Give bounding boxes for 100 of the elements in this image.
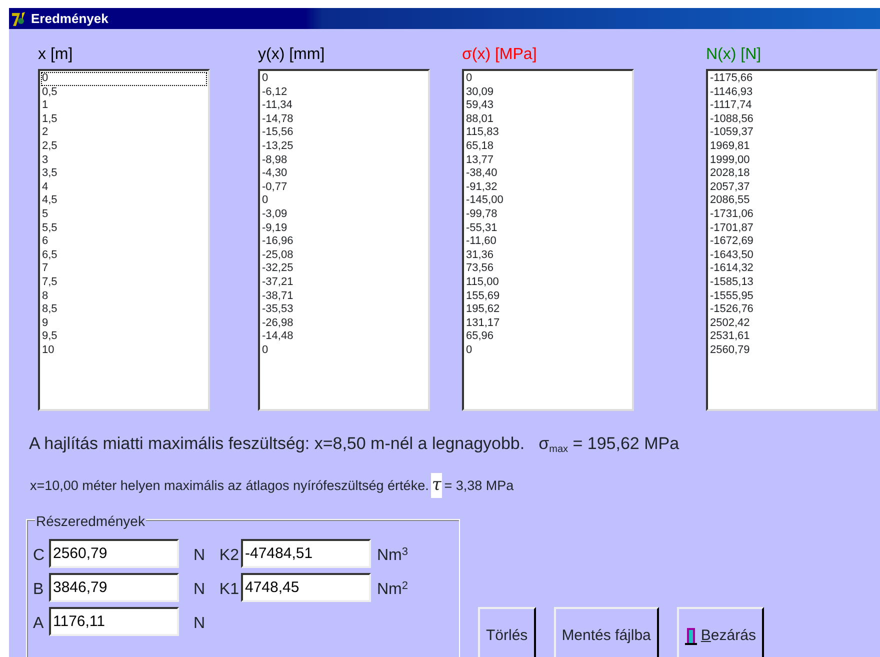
list-item[interactable]: -14,78	[261, 112, 427, 126]
action-button[interactable]: Törlés	[478, 607, 536, 657]
list-item[interactable]: -3,09	[261, 208, 427, 222]
list-item[interactable]: -25,08	[261, 248, 427, 262]
list-box[interactable]: 0 30,09 59,43 88,01 115,83 65,18 13,77 -38,40 -91,32 -145,00 -99,78 -55,31 -11,60 31,36 73,56 115,00 155,69 195,62 131,17 65,96 0	[462, 69, 634, 411]
input-field[interactable]: 2560,79	[49, 539, 179, 568]
list-item[interactable]: 7	[41, 262, 207, 276]
list-item[interactable]: -1555,95	[709, 290, 875, 304]
list-item[interactable]: 115,00	[465, 276, 631, 290]
list-item[interactable]: 2,5	[41, 140, 207, 154]
window-title: Eredmények	[31, 10, 108, 28]
list-box[interactable]: 0 -6,12 -11,34 -14,78 -15,56 -13,25 -8,98 -4,30 -0,77 0 -3,09 -9,19 -16,96 -25,08 -32,25 -37,21 -38,71 -35,53 -26,98 -14,48 0	[258, 69, 430, 411]
list-item[interactable]: 2057,37	[709, 180, 875, 194]
list-item[interactable]: 0	[261, 194, 427, 208]
list-item[interactable]: -1146,93	[709, 86, 875, 100]
list-item[interactable]: -14,48	[261, 330, 427, 344]
list-item[interactable]: 0	[465, 72, 631, 86]
list-item[interactable]: -6,12	[261, 86, 427, 100]
list-item[interactable]: 4	[41, 180, 207, 194]
list-item[interactable]: -1672,69	[709, 235, 875, 249]
list-item[interactable]: 6	[41, 235, 207, 249]
list-item[interactable]: 73,56	[465, 262, 631, 276]
list-item[interactable]: 115,83	[465, 126, 631, 140]
list-item[interactable]: 1999,00	[709, 154, 875, 168]
list-item[interactable]: -4,30	[261, 167, 427, 181]
list-item[interactable]: 2086,55	[709, 194, 875, 208]
list-item[interactable]: 4,5	[41, 194, 207, 208]
list-item[interactable]: 3	[41, 154, 207, 168]
list-item[interactable]: -1088,56	[709, 112, 875, 126]
input-field[interactable]: 1176,11	[49, 607, 179, 636]
list-item[interactable]: -11,34	[261, 99, 427, 113]
list-item[interactable]: 3,5	[41, 167, 207, 181]
list-item[interactable]: 88,01	[465, 112, 631, 126]
list-item[interactable]: 155,69	[465, 290, 631, 304]
list-item[interactable]: -13,25	[261, 140, 427, 154]
list-item[interactable]: 7,5	[41, 276, 207, 290]
list-item[interactable]: 9,5	[41, 330, 207, 344]
list-item[interactable]: 0	[261, 344, 427, 358]
list-item[interactable]: -35,53	[261, 303, 427, 317]
field-label: A	[33, 614, 45, 634]
list-item[interactable]: 131,17	[465, 316, 631, 330]
list-item[interactable]: 13,77	[465, 154, 631, 168]
list-item[interactable]: 8	[41, 290, 207, 304]
list-item[interactable]: -1526,76	[709, 303, 875, 317]
list-item[interactable]: 1	[41, 99, 207, 113]
list-item[interactable]: 195,62	[465, 303, 631, 317]
list-item[interactable]: 1969,81	[709, 140, 875, 154]
list-item[interactable]: -8,98	[261, 154, 427, 168]
field-label: C	[33, 546, 46, 566]
list-item[interactable]: 30,09	[465, 86, 631, 100]
list-item[interactable]: 6,5	[41, 248, 207, 262]
list-item[interactable]: -91,32	[465, 180, 631, 194]
list-item[interactable]: -11,60	[465, 235, 631, 249]
list-item[interactable]: 5,5	[41, 222, 207, 236]
action-button[interactable]: Mentés fájlba	[554, 607, 659, 657]
action-button[interactable]: Bezárás	[676, 607, 764, 657]
list-item[interactable]: 5	[41, 208, 207, 222]
list-item[interactable]: 8,5	[41, 303, 207, 317]
column-heading: x [m]	[38, 45, 74, 65]
list-item[interactable]: -1731,06	[709, 208, 875, 222]
list-item[interactable]: -1585,13	[709, 276, 875, 290]
list-item[interactable]: -32,25	[261, 262, 427, 276]
list-item[interactable]: -1117,74	[709, 99, 875, 113]
input-field[interactable]: 3846,79	[49, 573, 179, 602]
list-item[interactable]: -15,56	[261, 126, 427, 140]
list-item[interactable]: 0	[261, 72, 427, 86]
list-item[interactable]: -145,00	[465, 194, 631, 208]
list-item[interactable]: -9,19	[261, 222, 427, 236]
list-item[interactable]: -55,31	[465, 222, 631, 236]
list-item[interactable]: -26,98	[261, 316, 427, 330]
list-item[interactable]: 2	[41, 126, 207, 140]
list-item[interactable]: 65,18	[465, 140, 631, 154]
list-item[interactable]: -1175,66	[709, 72, 875, 86]
list-item[interactable]: -1614,32	[709, 262, 875, 276]
list-box[interactable]: 0 0,5 1 1,5 2 2,5 3 3,5 4 4,5 5 5,5 6 6,5 7 7,5 8 8,5 9 9,5 10	[38, 69, 210, 411]
list-item[interactable]: -1059,37	[709, 126, 875, 140]
list-item[interactable]: 2502,42	[709, 316, 875, 330]
list-item[interactable]: -38,40	[465, 167, 631, 181]
list-item[interactable]: 0	[465, 344, 631, 358]
list-item[interactable]: 59,43	[465, 99, 631, 113]
list-item[interactable]: 2531,61	[709, 330, 875, 344]
list-item[interactable]: 31,36	[465, 248, 631, 262]
list-box[interactable]: -1175,66 -1146,93 -1117,74 -1088,56 -1059,37 1969,81 1999,00 2028,18 2057,37 2086,55 -1731,06 -1701,87 -1672,69 -1643,50 -1614,32 -1585,13 -1555,95 -1526,76 2502,42 2531,61 2560,79	[706, 69, 878, 411]
list-item[interactable]: 65,96	[465, 330, 631, 344]
list-item[interactable]: 1,5	[41, 112, 207, 126]
list-item[interactable]: 10	[41, 344, 207, 358]
list-item[interactable]: 2560,79	[709, 344, 875, 358]
list-item[interactable]: -1643,50	[709, 248, 875, 262]
list-item[interactable]: -99,78	[465, 208, 631, 222]
list-item[interactable]: 0	[41, 72, 207, 86]
list-item[interactable]: 2028,18	[709, 167, 875, 181]
list-item[interactable]: 9	[41, 316, 207, 330]
input-field[interactable]: -47484,51	[241, 539, 371, 568]
list-item[interactable]: -1701,87	[709, 222, 875, 236]
list-item[interactable]: 0,5	[41, 86, 207, 100]
list-item[interactable]: -37,21	[261, 276, 427, 290]
list-item[interactable]: -0,77	[261, 180, 427, 194]
list-item[interactable]: -38,71	[261, 290, 427, 304]
list-item[interactable]: -16,96	[261, 235, 427, 249]
input-field[interactable]: 4748,45	[241, 573, 371, 602]
